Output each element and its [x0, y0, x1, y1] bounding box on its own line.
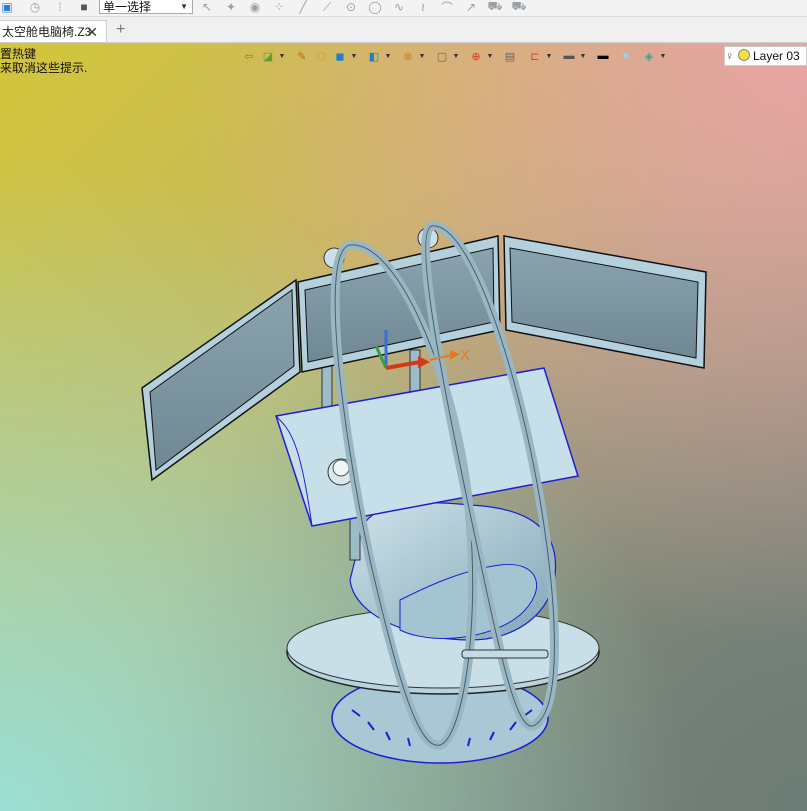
- chair-3d-model[interactable]: X: [0, 43, 807, 811]
- history-icon[interactable]: ◷: [28, 0, 42, 14]
- close-icon[interactable]: ✕: [86, 21, 98, 43]
- circle-icon[interactable]: ⊙: [344, 0, 358, 14]
- top-toolbar: ▣ ◷ ⁞ ■ 单一选择 ▼ ↖ ✦ ◉ ⁘ ╱ ⟋ ⊙ ◯ ∿ ≀ ⌒ ↗ ⛟…: [0, 0, 807, 17]
- arc-icon[interactable]: ◯: [368, 0, 382, 14]
- wave-icon[interactable]: ≀: [416, 0, 430, 14]
- play-icon[interactable]: ◉: [248, 0, 262, 14]
- selection-mode-value: 单一选择: [103, 0, 152, 14]
- cursor-icon[interactable]: ↗: [464, 0, 478, 14]
- point-icon[interactable]: ⁘: [272, 0, 286, 14]
- curve-icon[interactable]: ⟋: [320, 0, 334, 14]
- add-tab-button[interactable]: +: [116, 21, 125, 39]
- x-axis-arrow: [450, 350, 460, 360]
- crossbar: [461, 649, 549, 659]
- sketch-icon[interactable]: ⁞: [53, 0, 67, 14]
- x-axis-head: [418, 356, 430, 368]
- spline-icon[interactable]: ∿: [392, 0, 406, 14]
- document-tab[interactable]: 太空舱电脑椅.Z3 ✕: [0, 20, 107, 42]
- select-icon[interactable]: ■: [77, 0, 91, 14]
- part-icon[interactable]: ▣: [0, 0, 14, 14]
- joystick-knob-top: [332, 459, 350, 477]
- document-tab-bar: 太空舱电脑椅.Z3 ✕ +: [0, 17, 807, 43]
- x-axis-label: X: [460, 347, 470, 364]
- tab-title: 太空舱电脑椅.Z3: [2, 25, 92, 39]
- line-icon[interactable]: ╱: [296, 0, 310, 14]
- paint-icon[interactable]: ⛟: [487, 0, 502, 14]
- arrow-icon[interactable]: ✦: [224, 0, 238, 14]
- selection-mode-dropdown[interactable]: 单一选择 ▼: [99, 0, 193, 14]
- pointer-icon[interactable]: ↖: [200, 0, 214, 14]
- sweep-icon[interactable]: ⌒: [440, 0, 454, 15]
- stamp-icon[interactable]: ⛟: [511, 0, 526, 14]
- left-monitor-screen: [149, 289, 295, 471]
- chevron-down-icon: ▼: [180, 2, 188, 11]
